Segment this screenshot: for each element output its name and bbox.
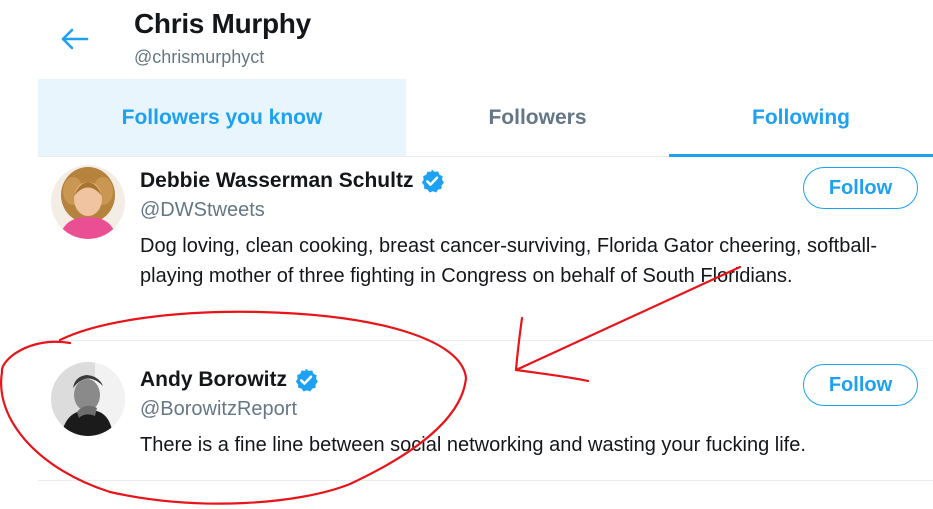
user-name: Debbie Wasserman Schultz bbox=[140, 169, 414, 192]
verified-badge-icon bbox=[422, 169, 445, 193]
tab-following[interactable]: Following bbox=[669, 79, 933, 157]
user-name: Andy Borowitz bbox=[140, 368, 287, 391]
user-name-link[interactable]: Andy Borowitz bbox=[140, 367, 319, 393]
profile-name: Chris Murphy bbox=[134, 8, 311, 39]
follow-button[interactable]: Follow bbox=[803, 167, 918, 209]
follow-button[interactable]: Follow bbox=[803, 364, 918, 406]
user-handle: @DWStweets bbox=[140, 199, 265, 221]
profile-header: Chris Murphy @chrismurphyct bbox=[0, 0, 933, 79]
user-list-item[interactable]: Andy Borowitz @BorowitzReport There is a… bbox=[38, 340, 933, 481]
avatar[interactable] bbox=[51, 165, 125, 239]
user-list-item[interactable]: Debbie Wasserman Schultz @DWStweets Dog … bbox=[38, 157, 933, 341]
tab-bar: Followers you know Followers Following bbox=[38, 79, 933, 157]
avatar[interactable] bbox=[51, 362, 125, 436]
user-name-link[interactable]: Debbie Wasserman Schultz bbox=[140, 168, 445, 194]
user-handle: @BorowitzReport bbox=[140, 398, 298, 420]
tab-followers[interactable]: Followers bbox=[406, 79, 669, 156]
user-bio: Dog loving, clean cooking, breast cancer… bbox=[140, 235, 878, 287]
user-bio: There is a fine line between social netw… bbox=[140, 434, 806, 456]
profile-handle: @chrismurphyct bbox=[134, 47, 265, 67]
verified-badge-icon bbox=[295, 368, 318, 392]
arrow-left-icon bbox=[61, 28, 89, 50]
back-button[interactable] bbox=[58, 24, 92, 54]
tab-followers-you-know[interactable]: Followers you know bbox=[38, 79, 406, 156]
